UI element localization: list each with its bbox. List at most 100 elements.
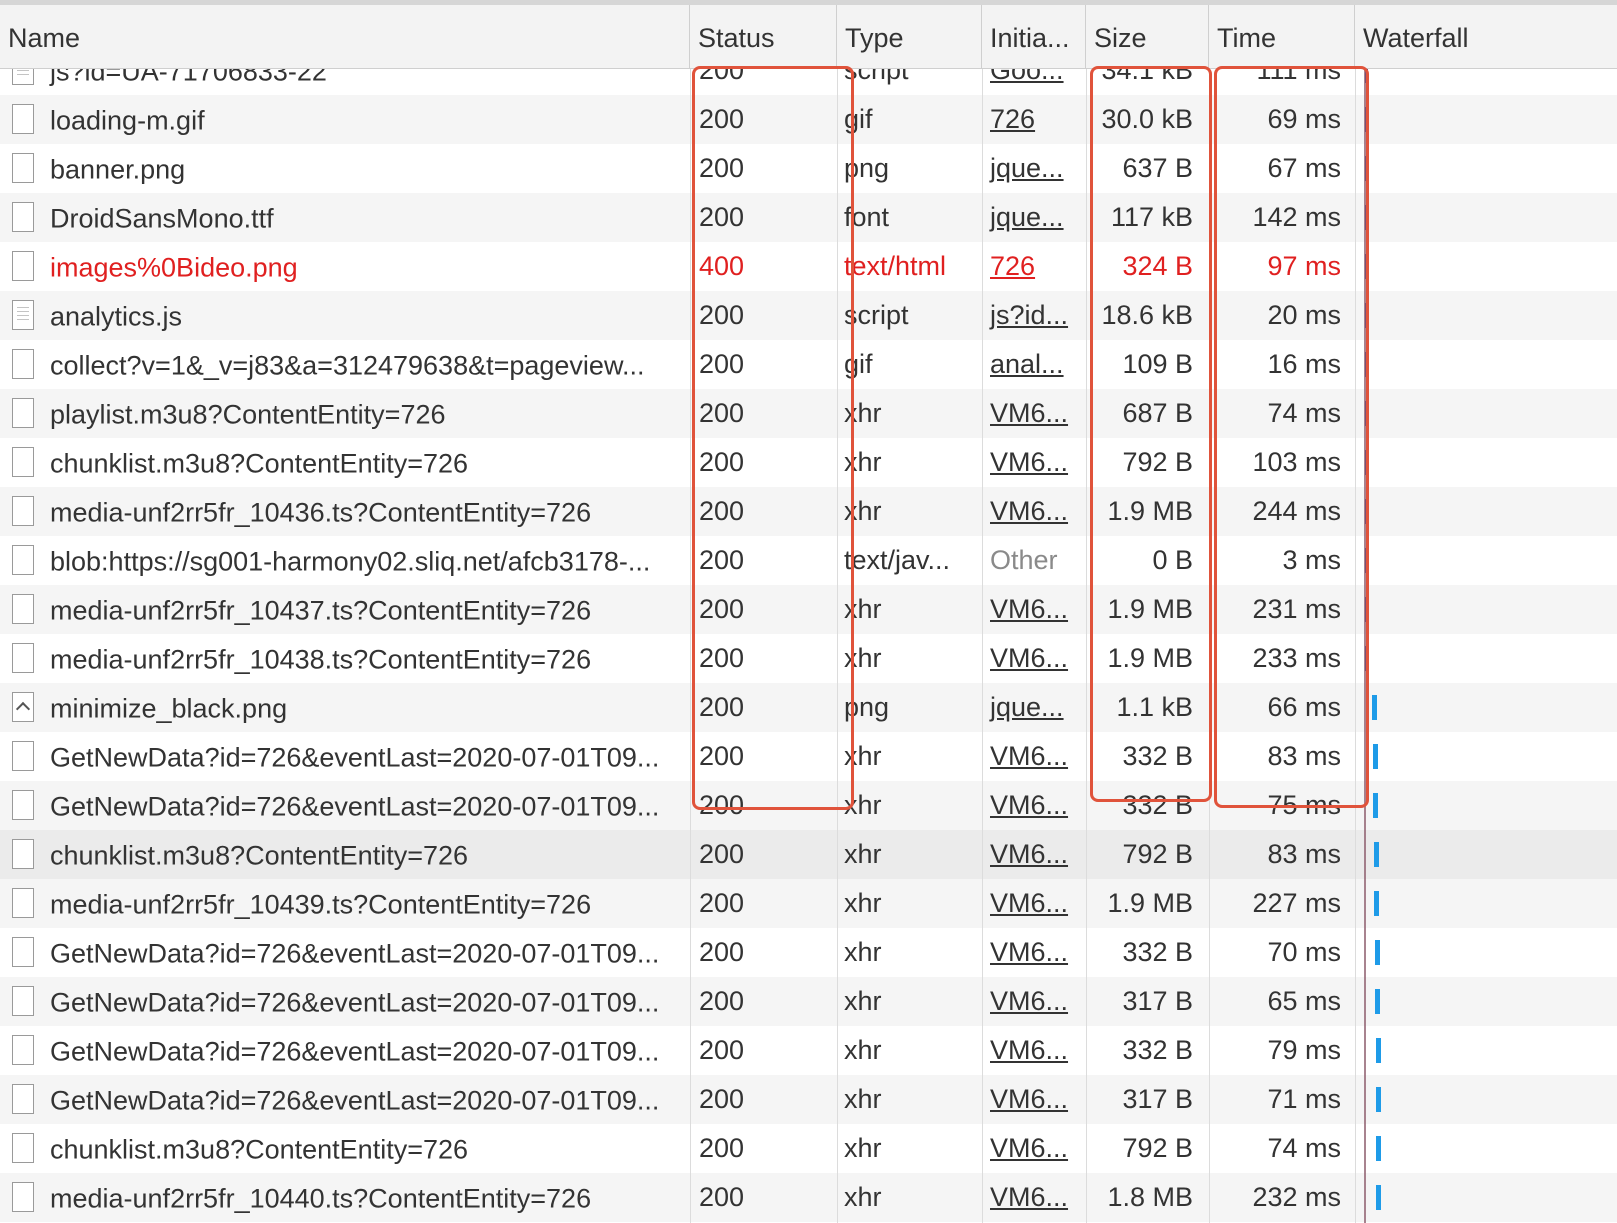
request-row[interactable]: GetNewData?id=726&eventLast=2020-07-01T0… [0, 1026, 1617, 1075]
waterfall-cell [1355, 291, 1617, 340]
image-file-icon [12, 103, 34, 134]
request-name-cell[interactable]: js?id=UA-71706833-22 [0, 69, 690, 95]
initiator-cell-text[interactable]: VM6... [990, 839, 1068, 869]
request-name: blob:https://sg001-harmony02.sliq.net/af… [50, 546, 651, 577]
network-table-header: Name Status Type Initia... Size Time Wat… [0, 5, 1617, 69]
request-row[interactable]: media-unf2rr5fr_10440.ts?ContentEntity=7… [0, 1173, 1617, 1222]
initiator-cell-text[interactable]: VM6... [990, 1133, 1068, 1163]
request-name-cell[interactable]: minimize_black.png [0, 683, 690, 732]
initiator-cell-text[interactable]: VM6... [990, 1035, 1068, 1065]
request-row[interactable]: GetNewData?id=726&eventLast=2020-07-01T0… [0, 1075, 1617, 1124]
request-row[interactable]: chunklist.m3u8?ContentEntity=726 200 xhr VM… [0, 830, 1617, 879]
column-header-type[interactable]: Type [837, 5, 982, 68]
initiator-cell-text[interactable]: VM6... [990, 447, 1068, 477]
size-cell-text: 332 B [1122, 1035, 1193, 1065]
status-cell-text: 200 [699, 839, 745, 869]
request-name-cell[interactable]: GetNewData?id=726&eventLast=2020-07-01T0… [0, 1075, 690, 1124]
file-icon [12, 593, 34, 624]
type-cell-text: xhr [844, 937, 882, 967]
initiator-cell-text[interactable]: VM6... [990, 398, 1068, 428]
initiator-cell-text[interactable]: Goo... [990, 69, 1064, 85]
initiator-cell-text[interactable]: jque... [990, 202, 1064, 232]
type-cell-text: xhr [844, 839, 882, 869]
file-icon [12, 1132, 34, 1163]
request-name-cell[interactable]: loading-m.gif [0, 95, 690, 144]
initiator-cell-text[interactable]: VM6... [990, 594, 1068, 624]
file-icon [12, 348, 34, 379]
size-highlight-box [1090, 66, 1212, 802]
type-cell: xhr [837, 487, 982, 536]
initiator-cell-text: Other [990, 545, 1058, 575]
initiator-cell-text[interactable]: VM6... [990, 1084, 1068, 1114]
request-name-cell[interactable]: GetNewData?id=726&eventLast=2020-07-01T0… [0, 732, 690, 781]
initiator-cell-text[interactable]: VM6... [990, 643, 1068, 673]
file-icon [12, 495, 34, 526]
request-name-cell[interactable]: chunklist.m3u8?ContentEntity=726 [0, 438, 690, 487]
request-name-cell[interactable]: media-unf2rr5fr_10436.ts?ContentEntity=7… [0, 487, 690, 536]
request-name-cell[interactable]: media-unf2rr5fr_10440.ts?ContentEntity=7… [0, 1173, 690, 1222]
initiator-cell-text[interactable]: VM6... [990, 1182, 1068, 1212]
initiator-cell-text[interactable]: js?id... [990, 300, 1068, 330]
request-row[interactable]: chunklist.m3u8?ContentEntity=726 200 xhr VM… [0, 1124, 1617, 1173]
request-row[interactable]: GetNewData?id=726&eventLast=2020-07-01T0… [0, 928, 1617, 977]
request-name-cell[interactable]: DroidSansMono.ttf [0, 193, 690, 242]
size-cell: 1.8 MB [1086, 1173, 1209, 1222]
request-name: js?id=UA-71706833-22 [50, 69, 327, 87]
time-cell: 74 ms [1209, 1124, 1355, 1173]
time-cell: 232 ms [1209, 1173, 1355, 1222]
time-cell: 71 ms [1209, 1075, 1355, 1124]
column-header-waterfall[interactable]: Waterfall [1355, 5, 1617, 68]
request-name-cell[interactable]: media-unf2rr5fr_10439.ts?ContentEntity=7… [0, 879, 690, 928]
file-icon [12, 838, 34, 869]
column-header-status[interactable]: Status [690, 5, 837, 68]
initiator-cell-text[interactable]: anal... [990, 349, 1064, 379]
waterfall-cell [1355, 585, 1617, 634]
initiator-cell-text[interactable]: VM6... [990, 790, 1068, 820]
initiator-cell-text[interactable]: VM6... [990, 937, 1068, 967]
request-name-cell[interactable]: banner.png [0, 144, 690, 193]
column-header-size[interactable]: Size [1086, 5, 1209, 68]
initiator-cell: VM6... [982, 732, 1086, 781]
type-cell-text: xhr [844, 1084, 882, 1114]
type-cell-text: text/jav... [844, 545, 951, 575]
waterfall-cell [1355, 536, 1617, 585]
initiator-cell-text[interactable]: VM6... [990, 888, 1068, 918]
request-name-cell[interactable]: chunklist.m3u8?ContentEntity=726 [0, 830, 690, 879]
initiator-cell-text[interactable]: VM6... [990, 986, 1068, 1016]
request-name-cell[interactable]: media-unf2rr5fr_10438.ts?ContentEntity=7… [0, 634, 690, 683]
request-name-cell[interactable]: GetNewData?id=726&eventLast=2020-07-01T0… [0, 781, 690, 830]
request-name: loading-m.gif [50, 105, 205, 136]
initiator-cell-text[interactable]: VM6... [990, 741, 1068, 771]
initiator-cell-text[interactable]: jque... [990, 153, 1064, 183]
request-name-cell[interactable]: GetNewData?id=726&eventLast=2020-07-01T0… [0, 977, 690, 1026]
status-cell-text: 200 [699, 888, 745, 918]
request-name-cell[interactable]: GetNewData?id=726&eventLast=2020-07-01T0… [0, 928, 690, 977]
request-name-cell[interactable]: chunklist.m3u8?ContentEntity=726 [0, 1124, 690, 1173]
request-row[interactable]: media-unf2rr5fr_10439.ts?ContentEntity=7… [0, 879, 1617, 928]
request-name: GetNewData?id=726&eventLast=2020-07-01T0… [50, 791, 660, 822]
initiator-cell-text[interactable]: 726 [990, 251, 1035, 281]
initiator-cell: VM6... [982, 928, 1086, 977]
request-row[interactable]: GetNewData?id=726&eventLast=2020-07-01T0… [0, 977, 1617, 1026]
column-divider [690, 69, 691, 1223]
request-name-cell[interactable]: blob:https://sg001-harmony02.sliq.net/af… [0, 536, 690, 585]
initiator-cell: anal... [982, 340, 1086, 389]
initiator-cell: Other [982, 536, 1086, 585]
column-header-time[interactable]: Time [1209, 5, 1355, 68]
request-name-cell[interactable]: media-unf2rr5fr_10437.ts?ContentEntity=7… [0, 585, 690, 634]
time-cell-text: 70 ms [1267, 937, 1341, 967]
status-cell-text: 200 [699, 1035, 745, 1065]
initiator-cell-text[interactable]: jque... [990, 692, 1064, 722]
type-cell-text: text/html [844, 251, 947, 281]
initiator-cell-text[interactable]: 726 [990, 104, 1035, 134]
initiator-cell-text[interactable]: VM6... [990, 496, 1068, 526]
request-name-cell[interactable]: images%0Bideo.png [0, 242, 690, 291]
request-name-cell[interactable]: analytics.js [0, 291, 690, 340]
request-name-cell[interactable]: GetNewData?id=726&eventLast=2020-07-01T0… [0, 1026, 690, 1075]
column-header-initiator[interactable]: Initia... [982, 5, 1086, 68]
column-header-name[interactable]: Name [0, 5, 690, 68]
request-name-cell[interactable]: collect?v=1&_v=j83&a=312479638&t=pagevie… [0, 340, 690, 389]
request-name-cell[interactable]: playlist.m3u8?ContentEntity=726 [0, 389, 690, 438]
type-cell: xhr [837, 1026, 982, 1075]
status-cell: 200 [690, 977, 837, 1026]
